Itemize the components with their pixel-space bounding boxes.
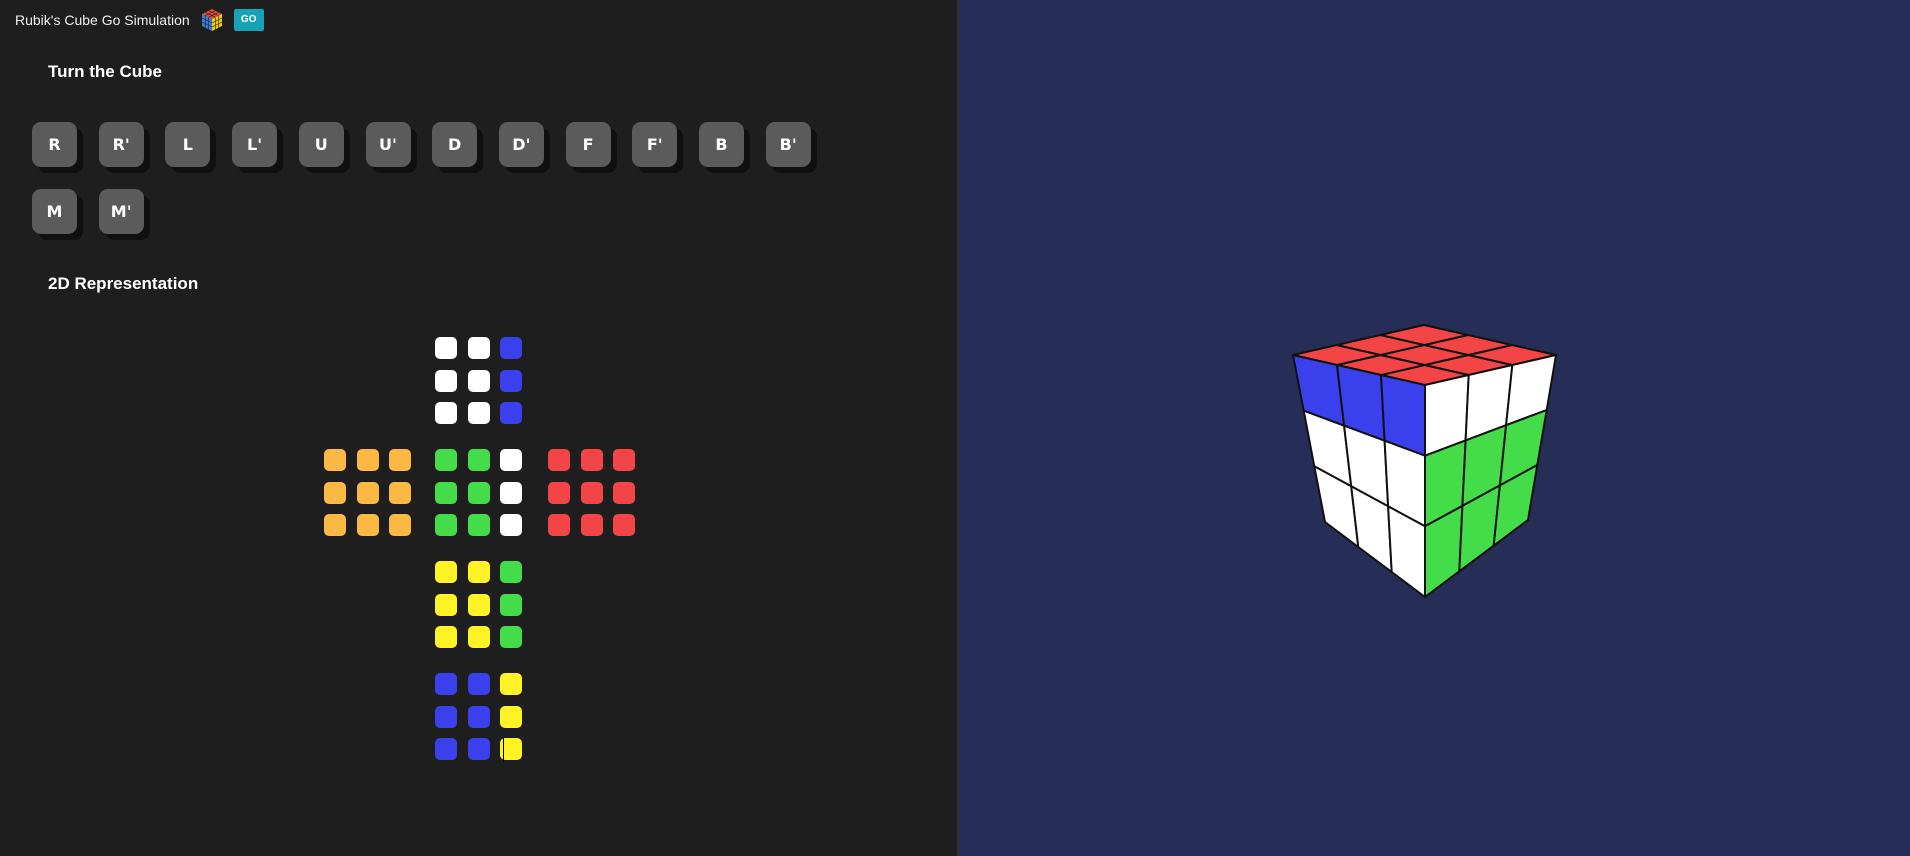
facelet-back-2-1 [467, 738, 490, 760]
move-button-L-prime[interactable]: L' [232, 122, 278, 167]
cube-right-sticker-0-2 [1505, 354, 1557, 427]
facelet-bottom-1-1 [467, 593, 490, 616]
facelet-back-0-2 [500, 673, 522, 695]
net-section-title: 2D Representation [48, 274, 199, 293]
facelet-top-1-0 [435, 369, 457, 392]
facelet-left-1-0 [324, 481, 346, 504]
facelet-front-2-1 [467, 514, 490, 536]
facelet-back-2-0 [435, 738, 457, 760]
facelet-left-1-1 [356, 481, 379, 504]
facelet-front-1-2 [500, 481, 522, 504]
facelet-right-2-0 [548, 514, 570, 536]
facelet-top-2-0 [435, 402, 457, 424]
facelet-front-0-2 [500, 449, 522, 471]
facelet-bottom-2-1 [467, 626, 490, 648]
facelet-top-0-1 [467, 337, 490, 359]
app-header: Rubik's Cube Go Simulation GO [15, 8, 264, 32]
go-badge[interactable]: GO [233, 9, 264, 31]
facelet-top-2-1 [467, 402, 490, 424]
text-cursor [503, 738, 504, 762]
facelet-right-2-2 [613, 514, 635, 536]
facelet-right-0-1 [580, 449, 603, 471]
facelet-right-1-2 [613, 481, 635, 504]
facelet-back-1-2 [500, 705, 522, 728]
rubiks-cube-icon [200, 8, 224, 32]
facelet-bottom-2-2 [500, 626, 522, 648]
facelet-top-2-2 [500, 402, 522, 424]
move-button-U[interactable]: U [298, 122, 344, 167]
facelet-right-1-0 [548, 481, 570, 504]
facelet-right-0-0 [548, 449, 570, 471]
facelet-back-0-1 [467, 673, 490, 695]
move-button-F-prime[interactable]: F' [632, 122, 678, 167]
facelet-front-1-1 [467, 481, 490, 504]
facelet-bottom-0-0 [435, 561, 457, 583]
move-button-U-prime[interactable]: U' [365, 122, 411, 167]
facelet-left-2-1 [356, 514, 379, 536]
move-button-M-prime[interactable]: M' [98, 189, 144, 234]
controls-panel: Rubik's Cube Go Simulation GO Turn the C… [0, 0, 960, 856]
facelet-top-1-2 [500, 369, 522, 392]
move-button-M[interactable]: M [32, 189, 77, 234]
facelet-front-0-1 [467, 449, 490, 471]
facelet-right-2-1 [580, 514, 603, 536]
cube-viewport[interactable] [960, 0, 1910, 856]
facelet-front-2-2 [500, 514, 522, 536]
cube-3d-view[interactable] [960, 0, 1910, 856]
facelet-bottom-1-0 [435, 593, 457, 616]
facelet-top-1-1 [467, 369, 490, 392]
move-button-B-prime[interactable]: B' [765, 122, 811, 167]
facelet-bottom-0-2 [500, 561, 522, 583]
turn-section-title: Turn the Cube [48, 62, 162, 81]
facelet-bottom-1-2 [500, 593, 522, 616]
facelet-back-1-0 [435, 705, 457, 728]
move-button-R[interactable]: R [32, 122, 77, 167]
move-button-R-prime[interactable]: R' [98, 122, 144, 167]
facelet-right-1-1 [580, 481, 603, 504]
facelet-front-0-0 [435, 449, 457, 471]
facelet-left-2-0 [324, 514, 346, 536]
facelet-back-1-1 [467, 705, 490, 728]
facelet-top-0-2 [500, 337, 522, 359]
facelet-bottom-0-1 [467, 561, 490, 583]
facelet-left-0-1 [356, 449, 379, 471]
facelet-left-2-2 [389, 514, 411, 536]
facelet-front-2-0 [435, 514, 457, 536]
move-button-D-prime[interactable]: D' [498, 122, 544, 167]
move-button-L[interactable]: L [165, 122, 211, 167]
facelet-bottom-2-0 [435, 626, 457, 648]
facelet-left-1-2 [389, 481, 411, 504]
facelet-top-0-0 [435, 337, 457, 359]
move-button-D[interactable]: D [432, 122, 478, 167]
app-title: Rubik's Cube Go Simulation [15, 12, 190, 28]
move-button-F[interactable]: F [565, 122, 611, 167]
facelet-left-0-0 [324, 449, 346, 471]
facelet-right-0-2 [613, 449, 635, 471]
facelet-left-0-2 [389, 449, 411, 471]
move-button-B[interactable]: B [699, 122, 744, 167]
facelet-back-0-0 [435, 673, 457, 695]
facelet-front-1-0 [435, 481, 457, 504]
